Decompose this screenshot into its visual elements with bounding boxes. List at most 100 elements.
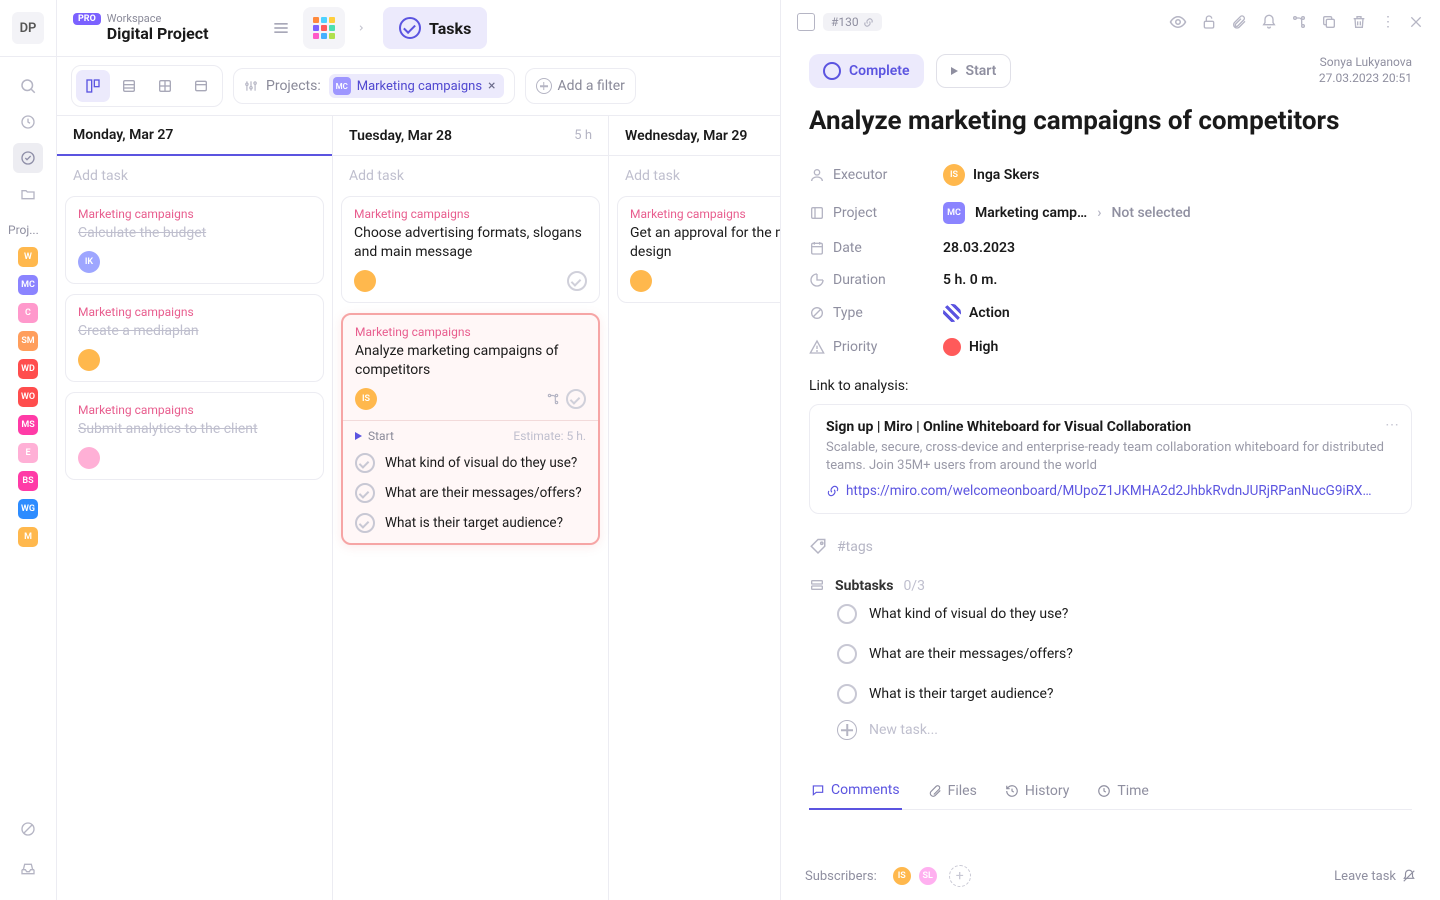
workspace-meta[interactable]: PRO Workspace Digital Project	[73, 13, 259, 43]
subtask-checkbox[interactable]	[837, 644, 857, 664]
task-card[interactable]: Marketing campaignsCalculate the budgetI…	[65, 196, 324, 284]
view-table-icon[interactable]	[148, 70, 182, 102]
board-column: Monday, Mar 27Add taskMarketing campaign…	[57, 116, 333, 900]
filter-projects[interactable]: Projects: MC Marketing campaigns ×	[233, 68, 515, 104]
view-list-icon[interactable]	[112, 70, 146, 102]
column-header[interactable]: Wednesday, Mar 29	[609, 116, 780, 156]
close-icon[interactable]	[1408, 14, 1424, 30]
tasks-tab[interactable]: Tasks	[383, 7, 487, 49]
subscriber-avatar[interactable]: IS	[891, 865, 913, 887]
tab-files[interactable]: Files	[926, 772, 979, 809]
task-title[interactable]: Analyze marketing campaigns of competito…	[809, 106, 1412, 136]
link-card[interactable]: ⋯ Sign up | Miro | Online Whiteboard for…	[809, 404, 1412, 514]
task-author: Sonya Lukyanova 27.03.2023 20:51	[1319, 55, 1412, 86]
trash-icon[interactable]	[1351, 14, 1367, 30]
panel-actions: Complete Start Sonya Lukyanova 27.03.202…	[809, 54, 1412, 88]
view-cards-icon[interactable]	[184, 70, 218, 102]
subtask-item[interactable]: What is their target audience?	[809, 674, 1412, 714]
task-id[interactable]: #130	[823, 13, 882, 31]
add-task-button[interactable]: Add task	[609, 156, 780, 196]
sliders-icon	[244, 79, 258, 93]
subscriber-avatar[interactable]: SL	[917, 865, 939, 887]
chip-abbr: MC	[333, 77, 351, 95]
attachment-icon[interactable]	[1231, 14, 1247, 30]
subtask-item[interactable]: What kind of visual do they use?	[809, 594, 1412, 634]
add-filter-button[interactable]: Add a filter	[525, 68, 636, 104]
check-icon	[399, 17, 421, 39]
add-subscriber-button[interactable]: +	[949, 865, 971, 887]
workspace-badge[interactable]: DP	[12, 12, 44, 44]
subtask-checkbox[interactable]	[837, 604, 857, 624]
subscribers-label: Subscribers:	[805, 869, 877, 884]
block-icon[interactable]	[13, 814, 43, 844]
start-button[interactable]: Start	[936, 54, 1012, 88]
workspace-name: Digital Project	[107, 25, 209, 43]
tags-row[interactable]: #tags	[809, 538, 1412, 556]
link-desc: Scalable, secure, cross-device and enter…	[826, 439, 1395, 475]
tab-history[interactable]: History	[1003, 772, 1072, 809]
project-square[interactable]: SM	[18, 331, 38, 351]
subtasks-header: Subtasks 0/3	[809, 578, 1412, 594]
inbox-icon[interactable]	[13, 854, 43, 884]
task-card[interactable]: Marketing campaignsCreate a mediaplan	[65, 294, 324, 382]
row-priority[interactable]: Priority High	[809, 330, 1412, 364]
project-square[interactable]: BS	[18, 471, 38, 491]
project-square[interactable]: WG	[18, 499, 38, 519]
menu-icon[interactable]	[271, 18, 291, 38]
project-square[interactable]: E	[18, 443, 38, 463]
link-more-icon[interactable]: ⋯	[1385, 417, 1401, 433]
search-icon[interactable]	[13, 71, 43, 101]
project-square[interactable]: WO	[18, 387, 38, 407]
task-card[interactable]: Marketing campaignsGet an approval for t…	[617, 196, 780, 303]
add-subtask[interactable]: New task...	[809, 714, 1412, 746]
apps-icon[interactable]	[303, 7, 345, 49]
project-square[interactable]: M	[18, 527, 38, 547]
row-project[interactable]: Project MC Marketing camp… › Not selecte…	[809, 194, 1412, 232]
leave-task-button[interactable]: Leave task	[1334, 869, 1416, 884]
type-icon	[809, 305, 825, 321]
subtask-item[interactable]: What are their messages/offers?	[809, 634, 1412, 674]
column-header[interactable]: Tuesday, Mar 285 h	[333, 116, 608, 156]
filter-bar: Projects: MC Marketing campaigns × Add a…	[57, 57, 780, 115]
complete-button[interactable]: Complete	[809, 54, 924, 88]
chip-remove-icon[interactable]: ×	[488, 78, 495, 94]
eye-icon[interactable]	[1169, 13, 1187, 31]
folder-icon[interactable]	[13, 179, 43, 209]
row-type[interactable]: Type Action	[809, 296, 1412, 330]
more-icon[interactable]: ⋮	[1381, 14, 1394, 30]
panel-footer: Subscribers: IS SL + Leave task	[781, 852, 1440, 900]
tasks-icon[interactable]	[13, 143, 43, 173]
row-duration[interactable]: Duration 5 h. 0 m.	[809, 264, 1412, 296]
row-executor[interactable]: Executor ISInga Skers	[809, 156, 1412, 194]
project-square[interactable]: W	[18, 247, 38, 267]
task-card[interactable]: Marketing campaignsAnalyze marketing cam…	[341, 313, 600, 545]
add-task-button[interactable]: Add task	[57, 156, 332, 196]
priority-dot-icon	[943, 338, 961, 356]
tab-comments[interactable]: Comments	[809, 772, 902, 810]
project-avatar: MC	[943, 202, 965, 224]
clock-icon[interactable]	[13, 107, 43, 137]
add-task-button[interactable]: Add task	[333, 156, 608, 196]
link-url[interactable]: https://miro.com/welcomeonboard/MUpoZ1JK…	[826, 483, 1395, 499]
project-square[interactable]: MS	[18, 415, 38, 435]
project-icon	[809, 205, 825, 221]
subtask-checkbox[interactable]	[837, 684, 857, 704]
column-header[interactable]: Monday, Mar 27	[57, 116, 332, 156]
main-area: PRO Workspace Digital Project Tasks	[57, 0, 780, 900]
branch-icon[interactable]	[1291, 14, 1307, 30]
project-square[interactable]: WD	[18, 359, 38, 379]
panel-tabs: Comments Files History Time	[809, 772, 1412, 810]
project-square[interactable]: MC	[18, 275, 38, 295]
task-card[interactable]: Marketing campaignsChoose advertising fo…	[341, 196, 600, 303]
bell-icon[interactable]	[1261, 14, 1277, 30]
view-board-icon[interactable]	[76, 70, 110, 102]
copy-icon[interactable]	[1321, 14, 1337, 30]
type-badge-icon	[943, 304, 961, 322]
row-date[interactable]: Date 28.03.2023	[809, 232, 1412, 264]
filter-chip-project[interactable]: MC Marketing campaigns ×	[329, 74, 504, 98]
tab-time[interactable]: Time	[1095, 772, 1150, 809]
task-card[interactable]: Marketing campaignsSubmit analytics to t…	[65, 392, 324, 480]
lock-icon[interactable]	[1201, 14, 1217, 30]
project-square[interactable]: C	[18, 303, 38, 323]
panel-body: Complete Start Sonya Lukyanova 27.03.202…	[781, 44, 1440, 852]
